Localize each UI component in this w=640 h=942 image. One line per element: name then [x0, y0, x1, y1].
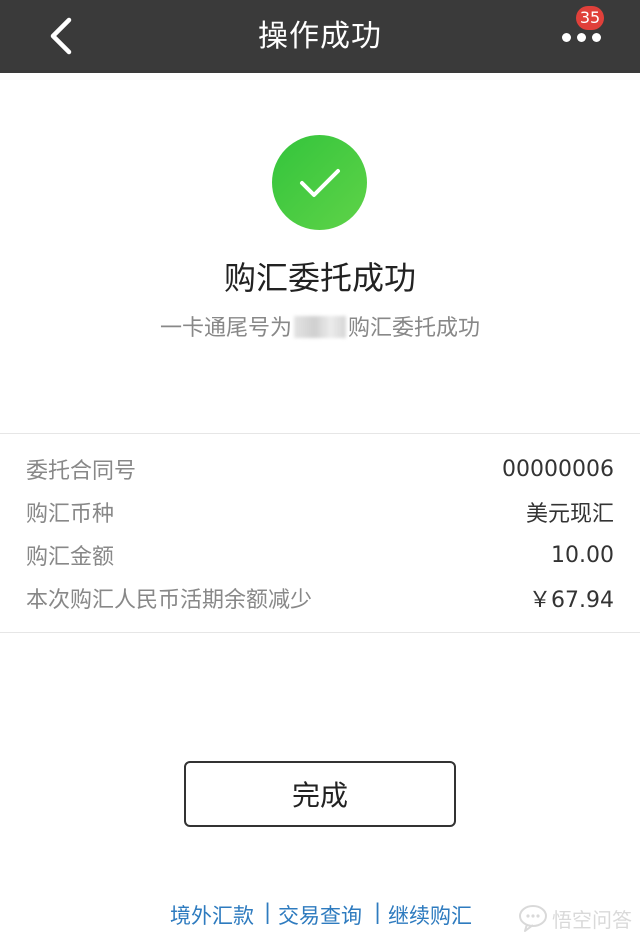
detail-value: 美元现汇 — [525, 502, 614, 527]
detail-row-balance-decrease: 本次购汇人民币活期余额减少 ￥67.94 — [26, 578, 614, 618]
page-title: 操作成功 — [258, 19, 382, 54]
chat-bubble-icon — [519, 905, 547, 932]
detail-row-contract-no: 委托合同号 00000006 — [26, 449, 614, 489]
done-button[interactable]: 完成 — [184, 761, 456, 827]
result-desc-prefix: 一卡通尾号为 — [159, 316, 292, 341]
more-dots-icon — [562, 33, 601, 42]
result-desc-suffix: 购汇委托成功 — [348, 316, 481, 341]
link-overseas-remittance[interactable]: 境外汇款 — [170, 900, 254, 930]
detail-label: 委托合同号 — [26, 459, 137, 484]
detail-value: 00000006 — [502, 456, 614, 482]
detail-row-currency: 购汇币种 美元现汇 — [26, 492, 614, 532]
detail-value: ￥67.94 — [529, 588, 614, 613]
link-separator: | — [264, 900, 272, 924]
link-separator: | — [374, 900, 382, 924]
success-check-icon — [272, 135, 367, 230]
detail-label: 本次购汇人民币活期余额减少 — [26, 588, 313, 613]
detail-label: 购汇金额 — [26, 545, 115, 570]
link-continue-purchase[interactable]: 继续购汇 — [388, 900, 472, 930]
result-description: 一卡通尾号为 购汇委托成功 — [0, 310, 640, 342]
result-title: 购汇委托成功 — [223, 259, 416, 297]
detail-label: 购汇币种 — [26, 502, 115, 527]
notification-badge: 35 — [576, 6, 604, 30]
watermark: 悟空问答 — [518, 900, 632, 936]
detail-row-amount: 购汇金额 10.00 — [26, 535, 614, 575]
nav-bar: 操作成功 35 — [0, 0, 640, 73]
link-transaction-query[interactable]: 交易查询 — [278, 900, 362, 930]
detail-panel: 委托合同号 00000006 购汇币种 美元现汇 购汇金额 10.00 本次购汇… — [0, 433, 640, 633]
watermark-text: 悟空问答 — [552, 907, 632, 932]
masked-card-number — [294, 316, 346, 338]
detail-value: 10.00 — [551, 542, 614, 568]
